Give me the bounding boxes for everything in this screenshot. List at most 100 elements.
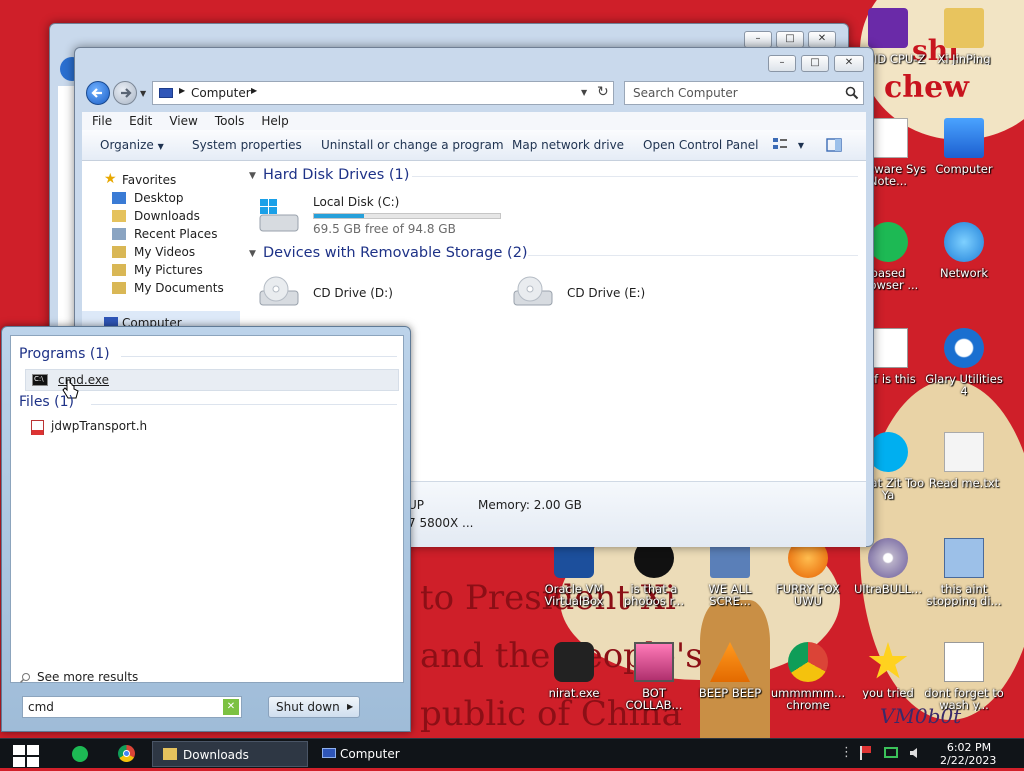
menu-tools[interactable]: Tools xyxy=(205,112,252,128)
spotify-taskbar-icon[interactable] xyxy=(72,746,88,762)
maximize-button[interactable]: □ xyxy=(801,55,829,72)
recent-pages-icon[interactable]: ▼ xyxy=(140,89,146,98)
forward-arrow-icon xyxy=(121,88,132,98)
chevron-down-icon[interactable]: ▼ xyxy=(581,88,587,97)
desktop-icon-item[interactable]: Oracle VM VirtualBox xyxy=(534,538,614,607)
windows-logo-icon xyxy=(13,745,39,767)
cd-drive-d-label[interactable]: CD Drive (D:) xyxy=(313,286,393,300)
cd-drive-e-label[interactable]: CD Drive (E:) xyxy=(567,286,645,300)
desktop-icon-item[interactable]: is that a phobos r... xyxy=(614,538,694,607)
open-control-panel-button[interactable]: Open Control Panel xyxy=(643,138,758,152)
desktop-icon-item[interactable]: Glary Utilities 4 xyxy=(924,328,1004,397)
search-input[interactable]: Search Computer xyxy=(624,81,864,105)
back-button[interactable] xyxy=(86,81,110,105)
shutdown-button[interactable]: Shut down ▶ xyxy=(268,696,360,718)
folder-icon xyxy=(112,264,126,276)
chevron-down-icon: ▼ xyxy=(157,142,164,151)
system-properties-button[interactable]: System properties xyxy=(192,138,302,152)
desktop-icon-item[interactable]: BEEP BEEP xyxy=(690,642,770,699)
nav-recent-places[interactable]: Recent Places xyxy=(134,227,217,241)
local-disk-drive-icon[interactable] xyxy=(258,197,302,237)
desktop-icon-item[interactable]: WE ALL SCRE... xyxy=(690,538,770,607)
breadcrumb[interactable]: Computer xyxy=(191,86,251,100)
cmd-result-item[interactable]: C:\ cmd.exe xyxy=(25,369,399,391)
files-header[interactable]: Files (1) xyxy=(19,394,74,410)
chrome-taskbar-icon[interactable] xyxy=(118,745,135,762)
desktop-icon-item[interactable]: nirat.exe xyxy=(534,642,614,699)
close-button[interactable]: ✕ xyxy=(808,31,836,48)
cd-drive-icon[interactable] xyxy=(512,273,556,313)
flag-icon[interactable] xyxy=(860,746,872,760)
forward-button[interactable] xyxy=(113,81,137,105)
start-search-input[interactable]: cmd ✕ xyxy=(22,696,242,718)
clear-search-icon[interactable]: ✕ xyxy=(223,699,239,715)
monitor-pink-icon xyxy=(634,642,674,682)
chrome-icon xyxy=(788,642,828,682)
breadcrumb-separator-icon[interactable]: ▶ xyxy=(251,86,257,95)
breadcrumb-separator-icon[interactable]: ▶ xyxy=(179,86,185,95)
minimize-button[interactable]: – xyxy=(744,31,772,48)
nav-downloads[interactable]: Downloads xyxy=(134,209,200,223)
collapse-group-icon[interactable]: ▼ xyxy=(249,171,256,181)
nav-desktop[interactable]: Desktop xyxy=(134,191,184,205)
see-more-results-link[interactable]: See more results xyxy=(37,670,138,684)
minimize-button[interactable]: – xyxy=(768,55,796,72)
text-file-icon xyxy=(944,432,984,472)
collapse-group-icon[interactable]: ▼ xyxy=(249,249,256,259)
network-status-icon[interactable] xyxy=(884,747,898,758)
desktop-icon-item[interactable]: Network xyxy=(924,222,1004,279)
folder-user-icon xyxy=(944,8,984,48)
search-input-value: cmd xyxy=(28,700,54,714)
desktop-icon-item[interactable]: Xi JinPing xyxy=(924,8,1004,65)
nav-my-pictures[interactable]: My Pictures xyxy=(134,263,203,277)
local-disk-label[interactable]: Local Disk (C:) xyxy=(313,195,399,209)
clock-date[interactable]: 2/22/2023 xyxy=(940,754,996,767)
menu-file[interactable]: File xyxy=(82,112,119,128)
search-icon[interactable] xyxy=(845,86,859,100)
disk-usage-fill xyxy=(314,214,364,218)
refresh-icon[interactable]: ↻ xyxy=(597,84,609,100)
desktop-icon-label: nirat.exe xyxy=(548,687,600,699)
programs-header[interactable]: Programs (1) xyxy=(19,346,110,362)
removable-group-header[interactable]: Devices with Removable Storage (2) xyxy=(263,245,528,261)
desktop-icon-label: BOT COLLAB... xyxy=(625,687,683,711)
hard-disk-group-header[interactable]: Hard Disk Drives (1) xyxy=(263,167,409,183)
menu-view[interactable]: View xyxy=(159,112,204,128)
desktop-icon-item[interactable]: this aint stopping di... xyxy=(924,538,1004,607)
recent-places-icon xyxy=(112,228,126,240)
organize-button[interactable]: Organize ▼ xyxy=(100,138,164,152)
address-bar[interactable]: ▶ Computer ▶ ▼ ↻ xyxy=(152,81,614,105)
change-view-button[interactable]: ▼ xyxy=(772,136,804,155)
cd-drive-icon[interactable] xyxy=(258,273,302,313)
command-prompt-icon: C:\ xyxy=(32,374,48,386)
wallpaper-text: chew xyxy=(884,70,969,105)
nav-favorites[interactable]: Favorites xyxy=(122,173,176,187)
map-network-drive-button[interactable]: Map network drive xyxy=(512,138,624,152)
taskbar-computer-button[interactable]: Computer xyxy=(312,741,468,767)
overflow-icon[interactable]: ⋮ xyxy=(840,745,853,760)
nav-my-documents[interactable]: My Documents xyxy=(134,281,224,295)
uninstall-program-button[interactable]: Uninstall or change a program xyxy=(321,138,504,152)
shutdown-options-icon[interactable]: ▶ xyxy=(347,702,353,711)
desktop-icon-item[interactable]: ummmmm... chrome xyxy=(768,642,848,711)
desktop-icon-item[interactable]: dont forget to wash y... xyxy=(924,642,1004,711)
nav-my-videos[interactable]: My Videos xyxy=(134,245,195,259)
folder-icon xyxy=(163,748,177,760)
desktop-icon-item[interactable]: Read me.txt xyxy=(924,432,1004,489)
menu-help[interactable]: Help xyxy=(251,112,295,128)
desktop-icon-item[interactable]: BOT COLLAB... xyxy=(614,642,694,711)
menu-edit[interactable]: Edit xyxy=(119,112,159,128)
computer-icon xyxy=(322,748,336,758)
clock-time[interactable]: 6:02 PM xyxy=(944,741,994,754)
file-result-item[interactable]: jdwpTransport.h xyxy=(25,416,399,438)
volume-icon[interactable] xyxy=(908,746,922,760)
desktop-icon-item[interactable]: you tried xyxy=(848,642,928,699)
cpuz-icon xyxy=(868,8,908,48)
close-button[interactable]: ✕ xyxy=(834,55,864,72)
preview-pane-button[interactable] xyxy=(826,138,842,155)
maximize-button[interactable]: □ xyxy=(776,31,804,48)
desktop-icon-item[interactable]: Computer xyxy=(924,118,1004,175)
desktop-icon-item[interactable]: FURRY FOX UWU xyxy=(768,538,848,607)
taskbar-downloads-button[interactable]: Downloads xyxy=(152,741,308,767)
start-button[interactable] xyxy=(10,742,42,768)
